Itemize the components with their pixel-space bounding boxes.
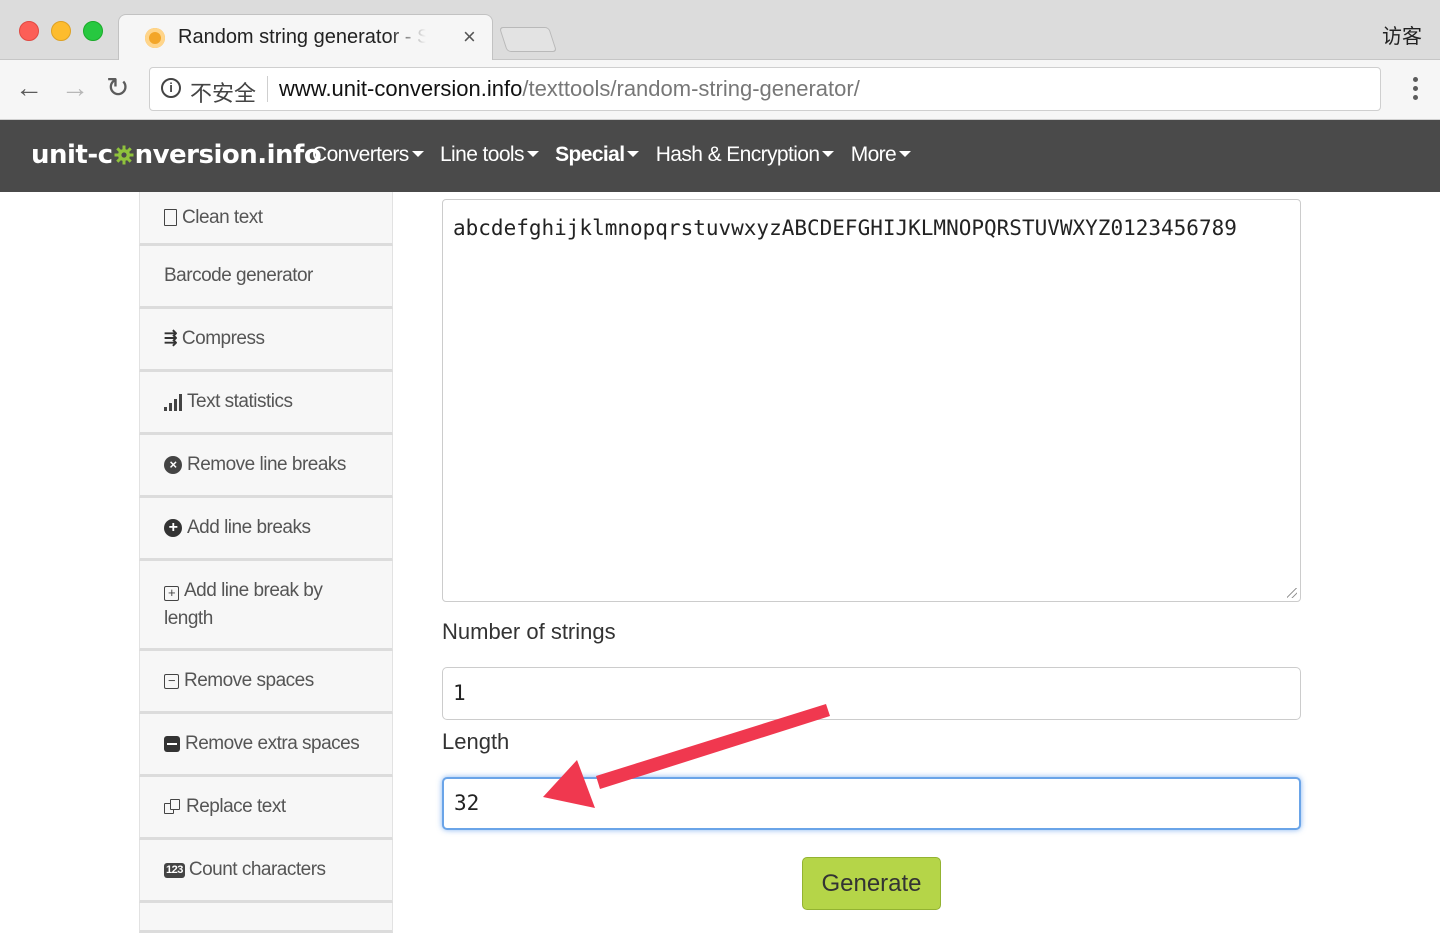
menu-hash-encryption[interactable]: Hash & Encryption xyxy=(656,143,835,167)
back-arrow-icon[interactable]: ← xyxy=(15,73,43,103)
filled-minus-icon xyxy=(164,736,180,752)
caret-down-icon xyxy=(526,151,539,157)
123-icon: 123 xyxy=(164,862,185,878)
forward-arrow-icon[interactable]: → xyxy=(61,73,89,103)
sidebar-item-compress[interactable]: ⇶ Compress xyxy=(139,309,393,372)
output-textarea[interactable]: abcdefghijklmnopqrstuvwxyzABCDEFGHIJKLMN… xyxy=(442,199,1301,602)
bar-chart-icon xyxy=(164,393,182,411)
address-separator xyxy=(267,76,268,102)
compress-icon: ⇶ xyxy=(164,330,177,347)
caret-down-icon xyxy=(822,151,835,157)
site-logo[interactable]: unit-c nversion.info xyxy=(31,140,322,170)
gear-icon xyxy=(114,145,134,165)
sidebar-item-remove-line-breaks[interactable]: × Remove line breaks xyxy=(139,435,393,498)
circle-plus-icon: + xyxy=(164,519,182,537)
sidebar-item-label: Replace text xyxy=(186,796,286,817)
close-window-button[interactable] xyxy=(19,21,39,41)
maximize-window-button[interactable] xyxy=(83,21,103,41)
caret-down-icon xyxy=(411,151,424,157)
tab-close-icon[interactable]: × xyxy=(463,24,476,50)
sidebar-item-label: Add line breaks xyxy=(187,517,311,538)
sidebar-item-replace-text[interactable]: Replace text xyxy=(139,777,393,840)
sidebar-item-text-statistics[interactable]: Text statistics xyxy=(139,372,393,435)
number-of-strings-input[interactable]: 1 xyxy=(442,667,1301,720)
caret-down-icon xyxy=(899,151,912,157)
sidebar-item-count-characters[interactable]: 123 Count characters xyxy=(139,840,393,903)
site-navbar: unit-c nversion.info Converters Line tool… xyxy=(0,120,1440,192)
profile-label[interactable]: 访客 xyxy=(1382,20,1422,49)
length-label: Length xyxy=(442,729,510,754)
menu-label: More xyxy=(850,143,897,166)
menu-label: Converters xyxy=(312,143,409,166)
sidebar-item-label: Add line break by length xyxy=(164,580,323,629)
menu-special[interactable]: Special xyxy=(555,143,640,167)
number-of-strings-label: Number of strings xyxy=(442,619,616,644)
menu-label: Line tools xyxy=(439,143,525,166)
sidebar-item-remove-extra-spaces[interactable]: Remove extra spaces xyxy=(139,714,393,777)
browser-menu-icon[interactable] xyxy=(1413,77,1418,104)
sidebar-item-remove-spaces[interactable]: − Remove spaces xyxy=(139,651,393,714)
square-plus-icon: + xyxy=(164,586,179,601)
browser-tab[interactable]: Random string generator - Special × xyxy=(118,14,493,61)
logo-suffix: nversion.info xyxy=(134,140,322,170)
menu-more[interactable]: More xyxy=(850,143,912,167)
circle-x-icon: × xyxy=(164,456,182,474)
resize-handle-icon[interactable] xyxy=(1287,588,1297,598)
url-host: www.unit-conversion.info xyxy=(279,76,523,101)
security-label[interactable]: 不安全 xyxy=(190,76,256,108)
generate-button[interactable]: Generate xyxy=(802,857,941,910)
minimize-window-button[interactable] xyxy=(51,21,71,41)
square-minus-icon: − xyxy=(164,673,179,689)
sidebar-item-label: Count characters xyxy=(188,859,326,880)
menu-line-tools[interactable]: Line tools xyxy=(440,143,539,167)
output-text: abcdefghijklmnopqrstuvwxyzABCDEFGHIJKLMN… xyxy=(453,216,1237,240)
menu-label: Special xyxy=(555,143,625,166)
caret-down-icon xyxy=(627,151,640,157)
sidebar-item-label: Remove extra spaces xyxy=(185,733,360,754)
length-input[interactable]: 32 xyxy=(442,777,1301,830)
reload-icon[interactable]: ↻ xyxy=(106,73,129,103)
sidebar-item-label: Compress xyxy=(181,328,265,349)
tools-sidebar: Clean text Barcode generator ⇶ Compress T… xyxy=(139,192,393,933)
info-icon[interactable]: i xyxy=(161,78,181,98)
sidebar-item-label: Barcode generator xyxy=(164,265,313,286)
main-menu: Converters Line tools Special Hash & Enc… xyxy=(312,143,922,167)
sidebar-item-clean-text[interactable]: Clean text xyxy=(139,192,393,246)
menu-label: Hash & Encryption xyxy=(655,143,820,166)
logo-prefix: unit-c xyxy=(31,140,113,170)
sidebar-item-barcode-generator[interactable]: Barcode generator xyxy=(139,246,393,309)
sidebar-item-label: Clean text xyxy=(182,206,263,228)
menu-converters[interactable]: Converters xyxy=(312,143,424,167)
browser-toolbar: ← → ↻ i 不安全 www.unit-conversion.info/tex… xyxy=(0,60,1440,120)
sidebar-item-next[interactable] xyxy=(139,903,393,933)
browser-tab-strip: Random string generator - Special × 访客 xyxy=(0,0,1440,61)
url-text[interactable]: www.unit-conversion.info/texttools/rando… xyxy=(279,76,860,102)
address-bar[interactable]: i 不安全 www.unit-conversion.info/texttools… xyxy=(149,67,1381,111)
sidebar-item-label: Text statistics xyxy=(187,391,293,412)
sidebar-item-add-line-breaks[interactable]: + Add line breaks xyxy=(139,498,393,561)
url-path: /texttools/random-string-generator/ xyxy=(522,76,860,101)
sidebar-item-label: Remove spaces xyxy=(184,670,314,691)
tab-title: Random string generator - Special xyxy=(178,26,426,48)
document-icon xyxy=(164,209,177,226)
copy-icon xyxy=(164,799,180,815)
sidebar-item-add-line-break-by-length[interactable]: + Add line break by length xyxy=(139,561,393,651)
new-tab-button[interactable] xyxy=(498,27,558,52)
favicon-icon xyxy=(145,28,165,48)
sidebar-item-label: Remove line breaks xyxy=(187,454,346,475)
